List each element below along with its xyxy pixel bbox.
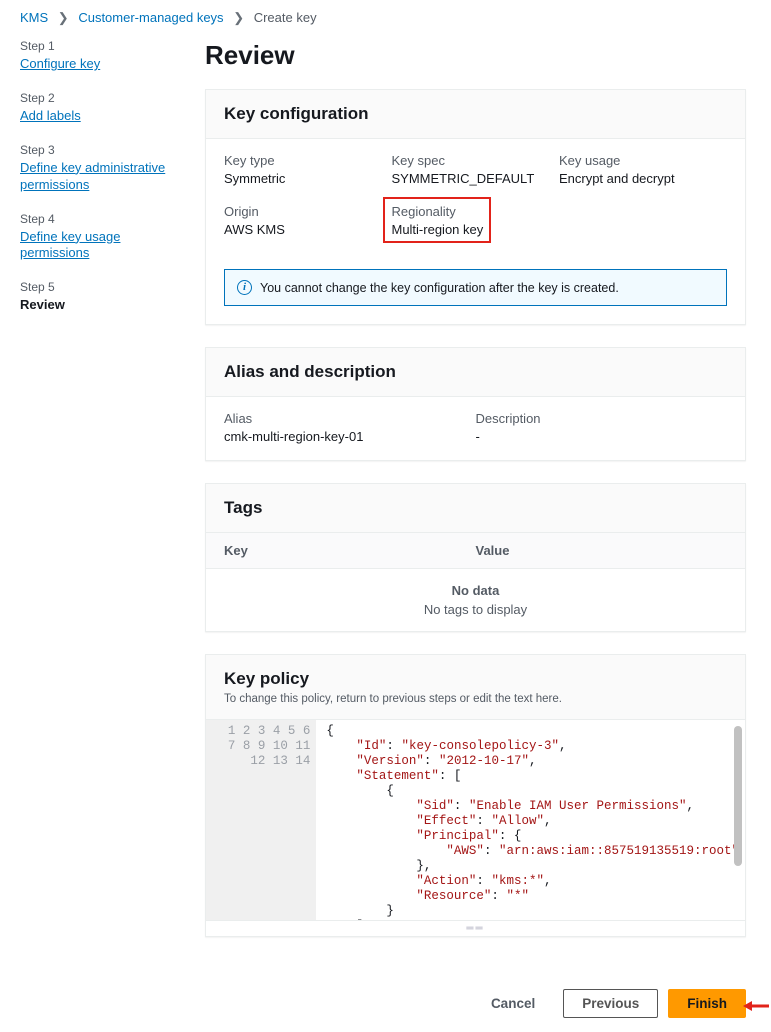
key-spec-label: Key spec <box>391 153 548 168</box>
no-tags-text: No tags to display <box>206 602 745 631</box>
line-numbers-gutter: 1 2 3 4 5 6 7 8 9 10 11 12 13 14 <box>206 720 316 920</box>
scrollbar[interactable] <box>734 726 743 914</box>
step-number: Step 4 <box>20 212 175 226</box>
step-define-admin-permissions[interactable]: Define key administrative permissions <box>20 160 175 194</box>
panel-heading: Tags <box>224 498 727 518</box>
step-review: Review <box>20 297 65 312</box>
previous-button[interactable]: Previous <box>563 989 658 1018</box>
step-add-labels[interactable]: Add labels <box>20 108 81 125</box>
tags-column-key: Key <box>224 543 476 558</box>
alias-description-panel: Alias and description Alias cmk-multi-re… <box>205 347 746 461</box>
wizard-steps-sidebar: Step 1 Configure key Step 2 Add labels S… <box>0 34 185 979</box>
regionality-highlight: Regionality Multi-region key <box>383 197 491 243</box>
breadcrumb-current: Create key <box>254 10 317 25</box>
step-number: Step 2 <box>20 91 175 105</box>
regionality-label: Regionality <box>391 204 483 219</box>
origin-label: Origin <box>224 204 381 219</box>
chevron-right-icon: ❯ <box>58 10 69 25</box>
wizard-footer: Cancel Previous Finish <box>0 979 771 1032</box>
key-type-label: Key type <box>224 153 381 168</box>
key-usage-label: Key usage <box>559 153 716 168</box>
step-number: Step 5 <box>20 280 175 294</box>
regionality-value: Multi-region key <box>391 222 483 237</box>
description-value: - <box>476 429 728 444</box>
alias-label: Alias <box>224 411 476 426</box>
alias-value: cmk-multi-region-key-01 <box>224 429 476 444</box>
breadcrumb-customer-managed-keys[interactable]: Customer-managed keys <box>78 10 223 25</box>
info-text: You cannot change the key configuration … <box>260 281 619 295</box>
panel-heading: Key configuration <box>224 104 727 124</box>
info-icon: i <box>237 280 252 295</box>
step-number: Step 1 <box>20 39 175 53</box>
tags-panel: Tags Key Value No data No tags to displa… <box>205 483 746 632</box>
resize-handle[interactable]: ══ <box>206 920 745 936</box>
key-usage-value: Encrypt and decrypt <box>559 171 716 186</box>
panel-heading: Key policy <box>224 669 727 689</box>
arrow-annotation-icon <box>743 998 769 1014</box>
page-title: Review <box>205 40 746 71</box>
key-policy-panel: Key policy To change this policy, return… <box>205 654 746 937</box>
origin-value: AWS KMS <box>224 222 381 237</box>
chevron-right-icon: ❯ <box>233 10 244 25</box>
policy-subtext: To change this policy, return to previou… <box>224 693 727 705</box>
info-banner: i You cannot change the key configuratio… <box>224 269 727 306</box>
cancel-button[interactable]: Cancel <box>473 990 553 1017</box>
scrollbar-thumb[interactable] <box>734 726 743 866</box>
policy-code-editor[interactable]: 1 2 3 4 5 6 7 8 9 10 11 12 13 14 { "Id":… <box>206 720 745 920</box>
step-configure-key[interactable]: Configure key <box>20 56 100 73</box>
step-number: Step 3 <box>20 143 175 157</box>
description-label: Description <box>476 411 728 426</box>
breadcrumb: KMS ❯ Customer-managed keys ❯ Create key <box>0 0 771 34</box>
breadcrumb-kms[interactable]: KMS <box>20 10 48 25</box>
tags-column-value: Value <box>476 543 728 558</box>
code-lines[interactable]: { "Id": "key-consolepolicy-3", "Version"… <box>316 720 745 920</box>
key-spec-value: SYMMETRIC_DEFAULT <box>391 171 548 186</box>
panel-heading: Alias and description <box>224 362 727 382</box>
finish-button[interactable]: Finish <box>668 989 746 1018</box>
step-define-usage-permissions[interactable]: Define key usage permissions <box>20 229 175 263</box>
no-data-heading: No data <box>206 569 745 602</box>
key-type-value: Symmetric <box>224 171 381 186</box>
key-configuration-panel: Key configuration Key type Symmetric Key… <box>205 89 746 325</box>
